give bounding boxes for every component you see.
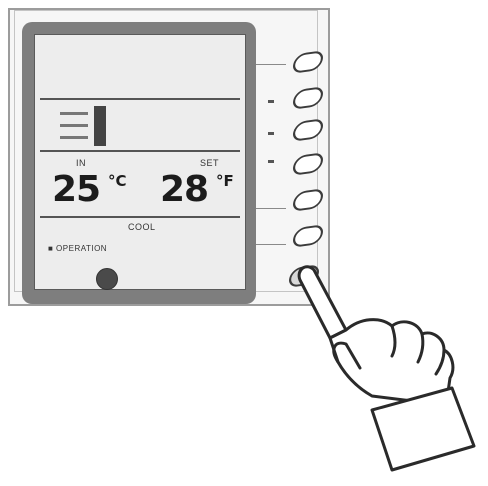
pointing-hand-icon: [297, 265, 476, 472]
